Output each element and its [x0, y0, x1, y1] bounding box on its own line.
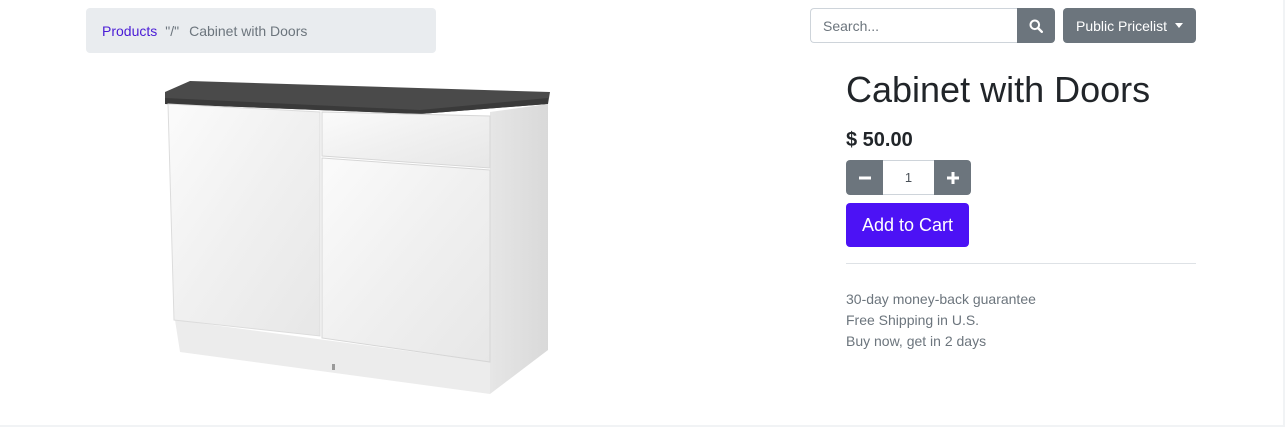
benefit-item: Free Shipping in U.S.	[846, 312, 980, 328]
divider	[846, 263, 1196, 264]
benefit-item: 30-day money-back guarantee	[846, 291, 1036, 307]
add-to-cart-button[interactable]: Add to Cart	[846, 203, 969, 247]
pricelist-dropdown[interactable]: Public Pricelist	[1063, 8, 1196, 43]
breadcrumb-products-link[interactable]: Products	[102, 23, 157, 39]
caret-down-icon	[1175, 23, 1184, 28]
search-button[interactable]	[1017, 8, 1055, 43]
search-input[interactable]	[810, 8, 1017, 43]
product-image	[165, 81, 550, 394]
pricelist-label: Public Pricelist	[1075, 17, 1168, 34]
search-icon	[1029, 19, 1043, 33]
increase-quantity-button[interactable]	[934, 160, 971, 195]
quantity-stepper	[846, 160, 971, 195]
quantity-input[interactable]	[883, 160, 934, 195]
product-title: Cabinet with Doors	[846, 69, 1151, 110]
benefit-item: Buy now, get in 2 days	[846, 333, 987, 349]
decrease-quantity-button[interactable]	[846, 160, 883, 195]
breadcrumb: Products "/" Cabinet with Doors	[86, 8, 436, 53]
search-group	[810, 8, 1055, 43]
breadcrumb-current: Cabinet with Doors	[189, 22, 308, 39]
product-price: $ 50.00	[846, 129, 913, 151]
breadcrumb-separator: "/"	[165, 22, 180, 39]
plus-icon	[946, 171, 959, 184]
benefits-list: 30-day money-back guarantee Free Shippin…	[846, 289, 1036, 352]
minus-icon	[858, 176, 871, 179]
